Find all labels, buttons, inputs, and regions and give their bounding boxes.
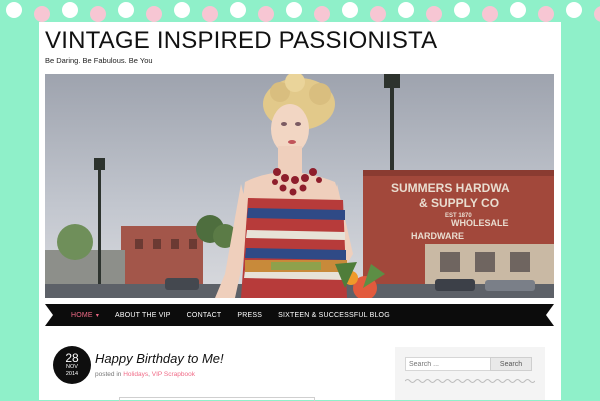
nav-item-label: HOME <box>71 311 93 319</box>
polka-dot <box>90 6 106 22</box>
polka-dot <box>482 6 498 22</box>
header-photo-illustration: SUMMERS HARDWA & SUPPLY CO EST 1870 WHOL… <box>45 74 554 298</box>
polka-dot <box>258 6 274 22</box>
post-meta-prefix: posted in <box>95 371 122 378</box>
polka-dot-border <box>0 0 600 22</box>
search-button[interactable]: Search <box>490 357 532 371</box>
chevron-down-icon: ▾ <box>95 312 100 319</box>
polka-dot <box>342 2 358 18</box>
polka-dot <box>594 6 600 22</box>
site-title[interactable]: VINTAGE INSPIRED PASSIONISTA <box>45 28 437 54</box>
search-input[interactable] <box>405 357 493 371</box>
nav-item-label: PRESS <box>237 311 263 319</box>
polka-dot <box>34 6 50 22</box>
polka-dot <box>370 6 386 22</box>
polka-dot <box>62 2 78 18</box>
polka-dot <box>314 6 330 22</box>
nav-item-home[interactable]: HOME ▾ <box>71 312 99 319</box>
polka-dot <box>174 2 190 18</box>
category-link-holidays[interactable]: Holidays <box>123 371 148 378</box>
polka-dot <box>566 2 582 18</box>
polka-dot <box>510 2 526 18</box>
post-title[interactable]: Happy Birthday to Me! <box>95 351 224 366</box>
wavy-divider <box>405 379 535 383</box>
post-meta: posted in Holidays, VIP Scrapbook <box>95 371 195 378</box>
polka-dot <box>454 2 470 18</box>
header-image: SUMMERS HARDWA & SUPPLY CO EST 1870 WHOL… <box>45 74 554 298</box>
sign-line-4: WHOLESALE <box>451 218 509 228</box>
polka-dot <box>146 6 162 22</box>
nav-item-sixteen-successful-blog[interactable]: SIXTEEN & SUCCESSFUL BLOG <box>278 312 390 319</box>
polka-dot <box>426 6 442 22</box>
nav-ribbon-left-notch <box>45 304 53 326</box>
sidebar-search-widget: Search <box>395 347 545 400</box>
nav-item-label: ABOUT THE VIP <box>115 311 171 319</box>
nav-item-contact[interactable]: CONTACT <box>187 312 222 319</box>
site-tagline: Be Daring. Be Fabulous. Be You <box>45 56 153 65</box>
nav-item-about-the-vip[interactable]: ABOUT THE VIP <box>115 312 171 319</box>
post-date-year: 2014 <box>65 371 79 377</box>
post-date-badge: 28 NOV 2014 <box>53 346 91 384</box>
post-date-month: NOV <box>66 364 78 370</box>
polka-dot <box>118 2 134 18</box>
category-link-vip-scrapbook[interactable]: VIP Scrapbook <box>152 371 195 378</box>
polka-dot <box>538 6 554 22</box>
sign-line-5: HARDWARE <box>411 231 464 241</box>
polka-dot <box>202 6 218 22</box>
nav-menu: HOME ▾ ABOUT THE VIP CONTACT PRESS SIXTEE… <box>45 304 554 326</box>
sign-line-1: SUMMERS HARDWA <box>391 181 510 195</box>
sign-line-2: & SUPPLY CO <box>419 196 499 210</box>
nav-item-label: SIXTEEN & SUCCESSFUL BLOG <box>278 311 390 319</box>
polka-dot <box>230 2 246 18</box>
nav-item-label: CONTACT <box>186 311 222 319</box>
post-date-day: 28 <box>65 351 79 365</box>
polka-dot <box>398 2 414 18</box>
nav-ribbon-right-notch <box>546 304 554 326</box>
page-container: VINTAGE INSPIRED PASSIONISTA Be Daring. … <box>39 22 561 401</box>
nav-item-press[interactable]: PRESS <box>237 312 262 319</box>
polka-dot <box>286 2 302 18</box>
polka-dot <box>6 2 22 18</box>
post-content-frame <box>119 397 315 401</box>
main-navigation: HOME ▾ ABOUT THE VIP CONTACT PRESS SIXTEE… <box>45 304 554 326</box>
